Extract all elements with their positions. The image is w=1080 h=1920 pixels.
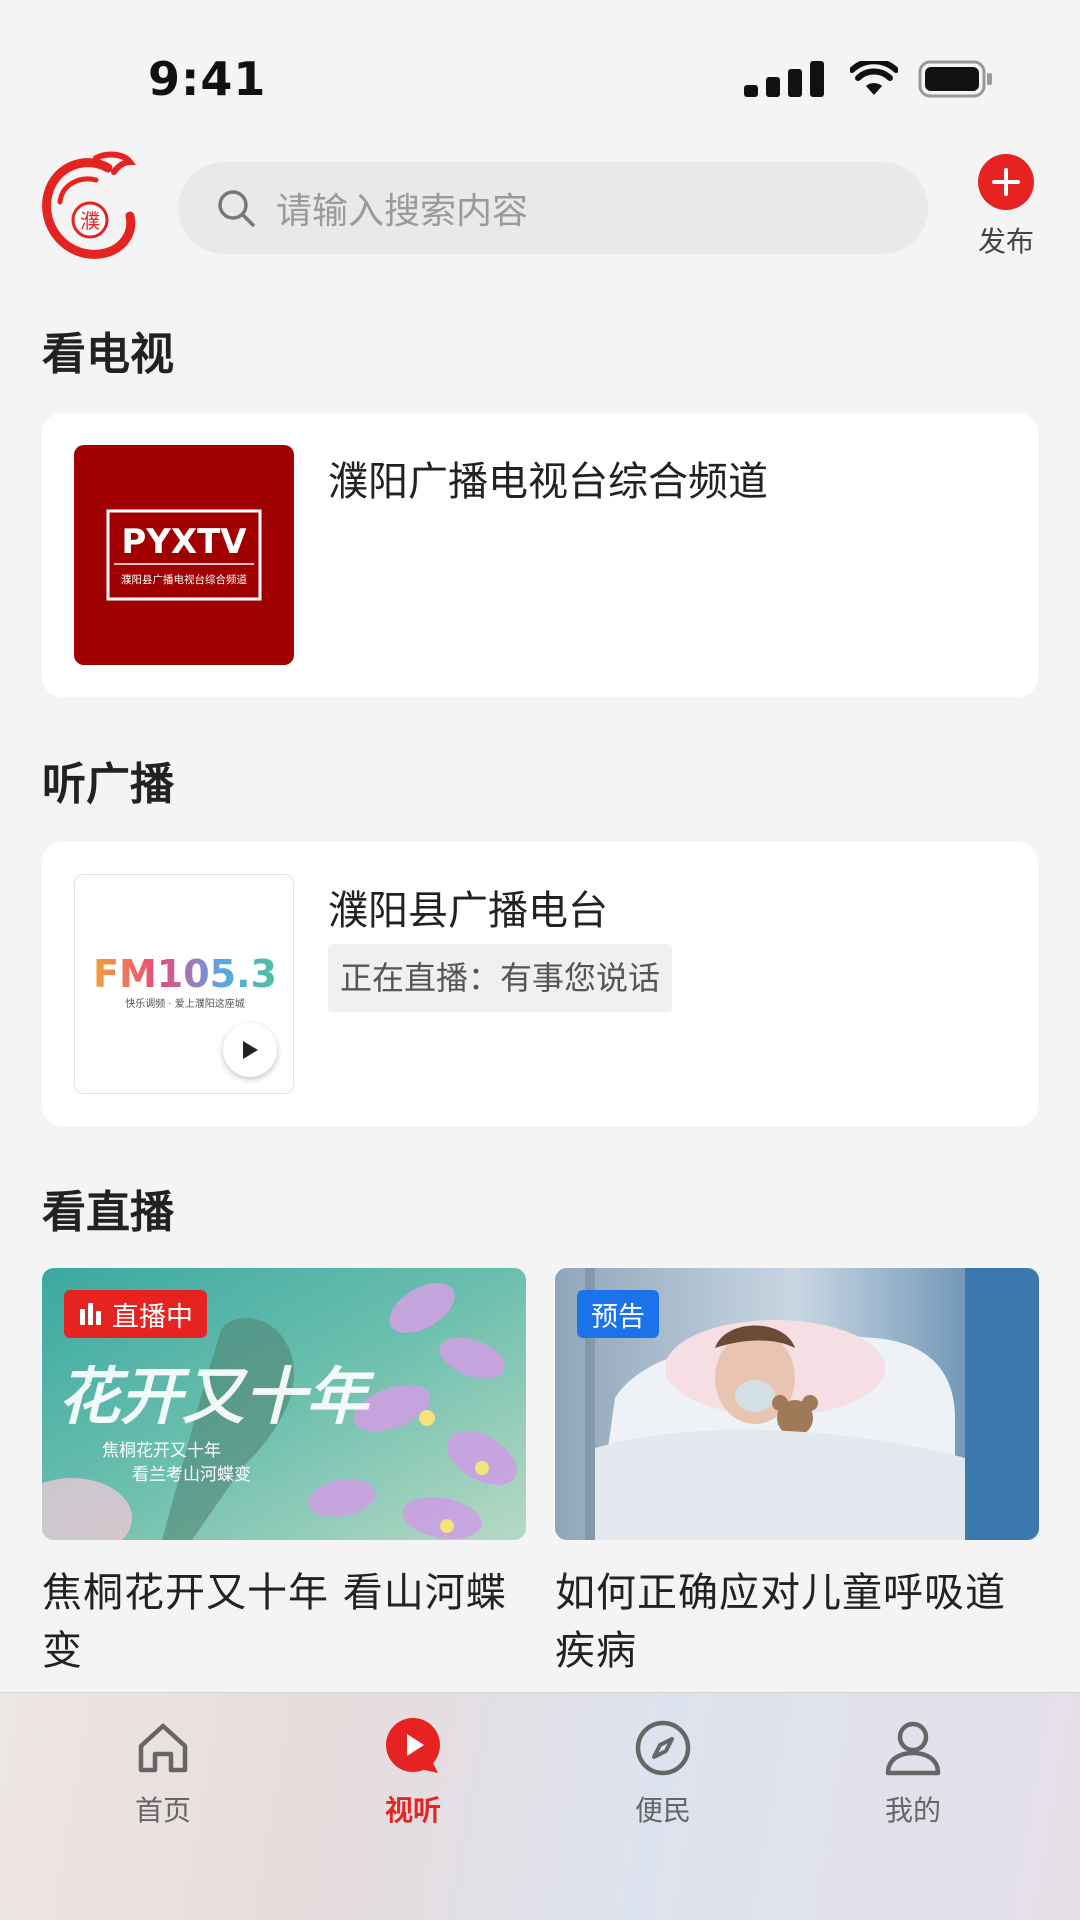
tab-home[interactable]: 首页	[83, 1715, 243, 1829]
live-cover-image: 花开又十年 焦桐花开又十年 看兰考山河蝶变 直播中	[42, 1268, 526, 1540]
radio-station-card[interactable]: FM105.3 快乐调频 · 爱上濮阳这座城 濮阳县广播电台 正在直播：有事您说…	[42, 842, 1038, 1126]
tv-logo-subtext: 濮阳县广播电视台综合频道	[121, 573, 247, 586]
radio-station-name: 濮阳县广播电台	[328, 888, 608, 934]
publish-label: 发布	[977, 225, 1034, 258]
audio-bars-icon	[80, 1303, 101, 1325]
home-icon	[138, 1723, 188, 1773]
section-title-tv: 看电视	[42, 329, 174, 380]
bottom-tab-bar: 首页 视听 便民 我的	[0, 1692, 1080, 1920]
tab-services[interactable]: 便民	[583, 1715, 743, 1829]
play-circle-icon	[386, 1718, 440, 1773]
play-icon	[243, 1041, 258, 1059]
radio-station-logo: FM105.3 快乐调频 · 爱上濮阳这座城	[74, 874, 294, 1094]
cover-art-title: 花开又十年	[58, 1360, 375, 1433]
search-placeholder: 请输入搜索内容	[276, 191, 529, 232]
wifi-icon	[850, 61, 898, 95]
top-header: 濮 请输入搜索内容 发布	[0, 150, 1080, 270]
preview-title: 如何正确应对儿童呼吸道疾病	[555, 1570, 1006, 1674]
cover-art-line1: 焦桐花开又十年	[102, 1441, 221, 1461]
tab-services-label: 便民	[634, 1794, 691, 1827]
tab-media[interactable]: 视听	[333, 1715, 493, 1829]
search-bar[interactable]: 请输入搜索内容	[178, 162, 928, 254]
tab-home-label: 首页	[134, 1794, 191, 1827]
tab-profile[interactable]: 我的	[833, 1715, 993, 1829]
now-playing-tag: 正在直播：有事您说话	[328, 944, 673, 1012]
live-badge: 直播中	[64, 1290, 207, 1338]
app-logo[interactable]: 濮	[38, 150, 138, 262]
preview-cover-image: 预告	[555, 1268, 1039, 1540]
tab-media-label: 视听	[384, 1794, 441, 1827]
radio-play-button[interactable]	[223, 1023, 277, 1077]
status-bar: 9:41	[0, 0, 1080, 140]
preview-badge: 预告	[577, 1290, 659, 1338]
signal-icon	[744, 61, 824, 97]
user-icon	[885, 1721, 941, 1776]
tv-logo-text: PYXTV	[121, 522, 247, 562]
cover-art-line2: 看兰考山河蝶变	[132, 1465, 251, 1485]
status-icons	[742, 60, 994, 98]
tv-channel-card[interactable]: PYXTV 濮阳县广播电视台综合频道 濮阳广播电视台综合频道	[42, 413, 1038, 697]
status-time: 9:41	[148, 52, 267, 106]
section-title-radio: 听广播	[42, 759, 174, 810]
section-title-live: 看直播	[42, 1187, 174, 1238]
logo-char: 濮	[80, 209, 100, 233]
dragon-logo-icon: 濮	[42, 151, 137, 259]
fm-logo-subtext: 快乐调频 · 爱上濮阳这座城	[125, 997, 245, 1010]
live-item[interactable]: 花开又十年 焦桐花开又十年 看兰考山河蝶变 直播中 焦桐花开又十年 看山河蝶变	[42, 1268, 526, 1680]
tv-channel-logo: PYXTV 濮阳县广播电视台综合频道	[74, 445, 294, 665]
tv-channel-name: 濮阳广播电视台综合频道	[328, 459, 768, 505]
live-title: 焦桐花开又十年 看山河蝶变	[42, 1570, 507, 1674]
search-icon	[218, 190, 255, 227]
battery-icon	[918, 60, 992, 98]
publish-button[interactable]: 发布	[970, 150, 1042, 260]
fm-logo-text: FM105.3	[93, 952, 277, 996]
live-badge-text: 直播中	[112, 1301, 193, 1333]
preview-item[interactable]: 预告 如何正确应对儿童呼吸道疾病	[555, 1268, 1039, 1680]
compass-icon	[635, 1720, 691, 1776]
tab-profile-label: 我的	[884, 1794, 941, 1827]
plus-icon	[978, 154, 1034, 210]
